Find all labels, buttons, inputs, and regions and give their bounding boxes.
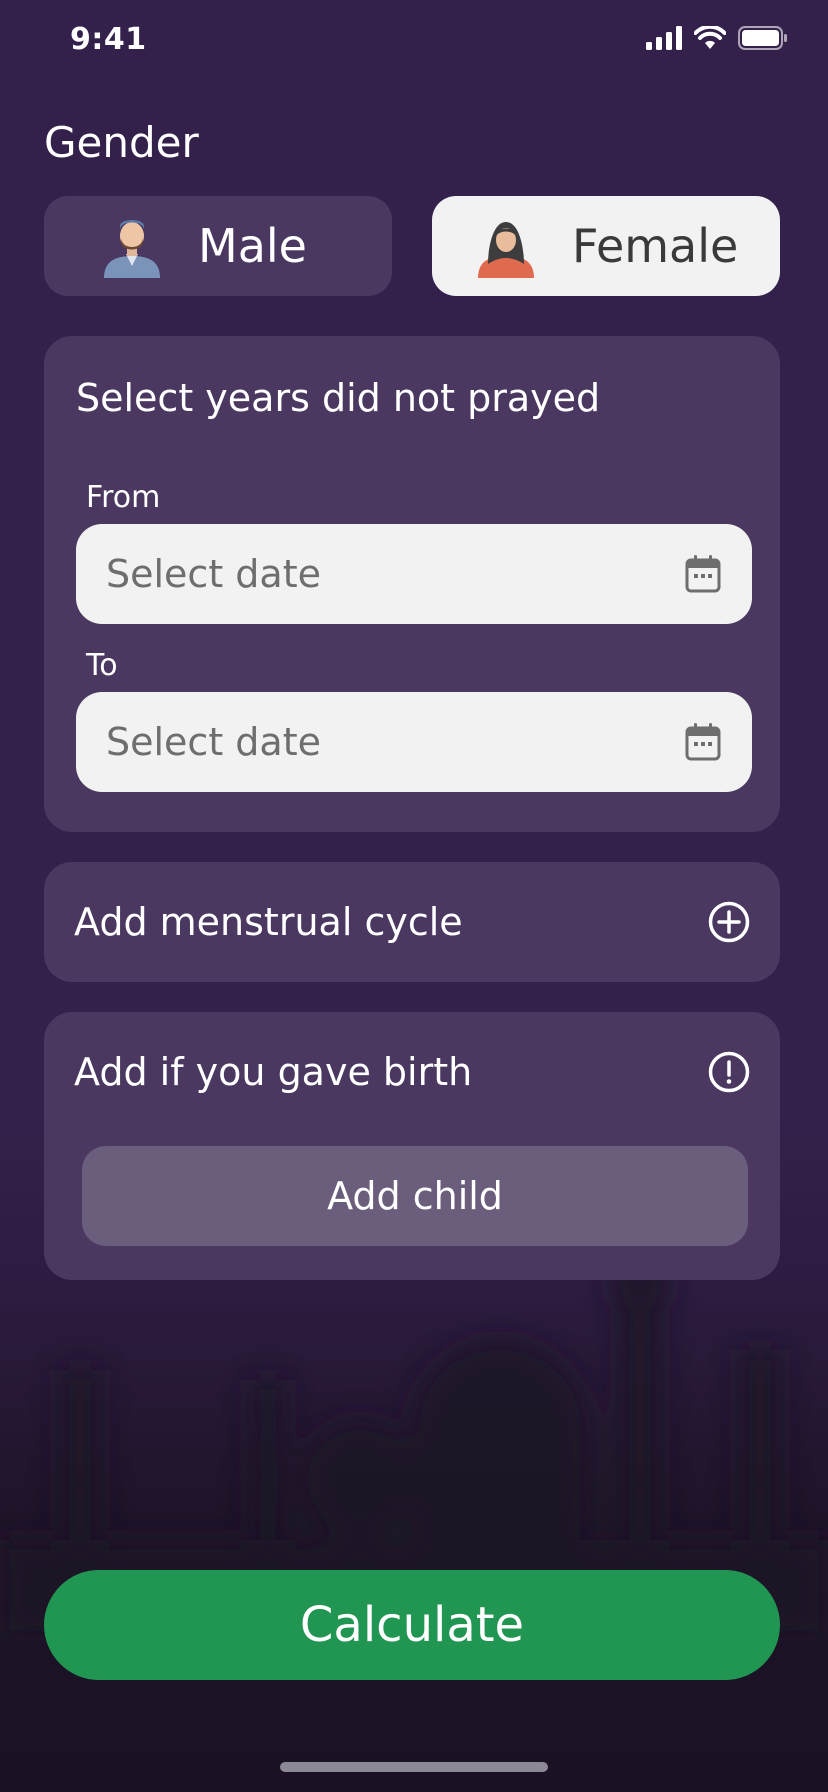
to-label: To — [86, 648, 118, 683]
years-card: Select years did not prayed From Select … — [44, 336, 780, 832]
calculate-button[interactable]: Calculate — [44, 1570, 780, 1680]
female-label: Female — [572, 219, 739, 273]
birth-card: Add if you gave birth Add child — [44, 1012, 780, 1280]
calendar-icon — [685, 555, 721, 593]
gender-title: Gender — [44, 118, 199, 167]
status-time: 9:41 — [70, 22, 147, 57]
to-date-input[interactable]: Select date — [76, 692, 752, 792]
add-menstrual-cycle-row[interactable]: Add menstrual cycle — [44, 862, 780, 982]
from-date-placeholder: Select date — [106, 552, 321, 596]
add-child-button[interactable]: Add child — [82, 1146, 748, 1246]
home-indicator — [280, 1762, 548, 1772]
from-date-input[interactable]: Select date — [76, 524, 752, 624]
female-avatar-icon — [478, 222, 534, 278]
from-label: From — [86, 480, 161, 515]
female-option-button[interactable]: Female — [432, 196, 780, 296]
male-label: Male — [198, 219, 307, 273]
status-icons — [646, 26, 788, 50]
male-option-button[interactable]: Male — [44, 196, 392, 296]
birth-label: Add if you gave birth — [74, 1050, 473, 1094]
plus-circle-icon[interactable] — [708, 901, 750, 943]
years-card-title: Select years did not prayed — [76, 376, 601, 420]
info-circle-icon[interactable] — [708, 1051, 750, 1093]
male-avatar-icon — [104, 220, 160, 278]
signal-icon — [646, 26, 682, 50]
to-date-placeholder: Select date — [106, 720, 321, 764]
wifi-icon — [694, 26, 726, 49]
screen: 9:41 Gender Male Female Select years did… — [0, 0, 828, 1792]
battery-icon — [738, 26, 787, 50]
calendar-icon — [685, 723, 721, 761]
menstrual-label: Add menstrual cycle — [74, 900, 463, 944]
